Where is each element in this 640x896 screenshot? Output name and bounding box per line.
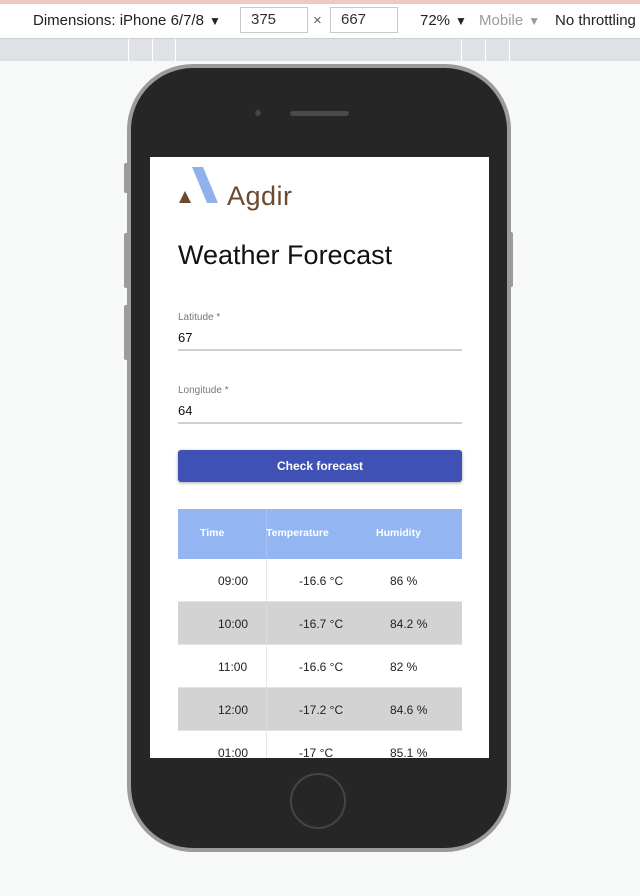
table-header: Time Temperature Humidity xyxy=(178,509,462,559)
header-time: Time xyxy=(200,527,225,539)
cell-divider xyxy=(266,559,267,601)
ruler-tick xyxy=(509,39,510,61)
device-toolbar: Dimensions: iPhone 6/7/8 ▼ 375 × 667 72% ▼… xyxy=(0,4,640,39)
cell-humidity: 86 % xyxy=(390,574,418,588)
ruler-tick xyxy=(128,39,129,61)
cell-humidity: 85.1 % xyxy=(390,746,428,758)
device-mode-caret-icon: ▼ xyxy=(528,14,541,28)
cell-time: 09:00 xyxy=(218,574,249,588)
longitude-input[interactable]: 64 xyxy=(178,403,192,418)
width-input[interactable]: 375 xyxy=(240,7,308,33)
zoom-label: 72% xyxy=(420,12,451,29)
front-camera xyxy=(255,110,261,116)
cell-divider xyxy=(266,731,267,758)
longitude-label: Longitude * xyxy=(178,385,229,396)
cell-humidity: 84.2 % xyxy=(390,617,428,631)
page-title: Weather Forecast xyxy=(178,240,393,270)
height-input[interactable]: 667 xyxy=(330,7,398,33)
latitude-underline xyxy=(178,349,462,351)
device-mode-label: Mobile xyxy=(479,12,524,29)
latitude-label: Latitude * xyxy=(178,312,221,323)
brand-name: Agdir xyxy=(227,181,293,211)
table-row: 10:00 -16.7 °C 84.2 % xyxy=(178,602,462,645)
times-icon: × xyxy=(313,12,322,29)
zoom-caret-icon: ▼ xyxy=(455,14,467,28)
latitude-input[interactable]: 67 xyxy=(178,330,192,345)
table-row: 01:00 -17 °C 85.1 % xyxy=(178,731,462,758)
agdir-logo-icon xyxy=(179,167,218,203)
cell-temperature: -16.6 °C xyxy=(299,660,344,674)
check-forecast-button[interactable]: Check forecast xyxy=(178,450,462,482)
header-temperature: Temperature xyxy=(266,527,329,539)
home-button[interactable] xyxy=(290,773,346,829)
ruler-tick xyxy=(485,39,486,61)
cell-divider xyxy=(266,688,267,730)
cell-time: 10:00 xyxy=(218,617,249,631)
table-row: 09:00 -16.6 °C 86 % xyxy=(178,559,462,602)
cell-temperature: -17.2 °C xyxy=(299,703,344,717)
cell-time: 12:00 xyxy=(218,703,249,717)
dimensions-caret-icon: ▼ xyxy=(208,14,221,28)
header-humidity: Humidity xyxy=(376,527,421,539)
earpiece-speaker xyxy=(290,111,349,116)
cell-time: 11:00 xyxy=(218,660,248,674)
cell-humidity: 84.6 % xyxy=(390,703,428,717)
cell-temperature: -16.7 °C xyxy=(299,617,344,631)
forecast-table: Time Temperature Humidity 09:00 -16.6 °C… xyxy=(178,509,462,758)
app-screen: Agdir Weather Forecast Latitude * 67 Lon… xyxy=(150,157,489,758)
cell-temperature: -17 °C xyxy=(299,746,334,758)
throttling-dropdown[interactable]: No throttling xyxy=(555,4,636,38)
zoom-dropdown[interactable]: 72% ▼ xyxy=(420,4,467,38)
ruler-tick xyxy=(175,39,176,61)
table-row: 11:00 -16.6 °C 82 % xyxy=(178,645,462,688)
device-mode-dropdown[interactable]: Mobile ▼ xyxy=(479,4,540,38)
ruler-tick xyxy=(152,39,153,61)
table-row: 12:00 -17.2 °C 84.6 % xyxy=(178,688,462,731)
cell-time: 01:00 xyxy=(218,746,249,758)
cell-humidity: 82 % xyxy=(390,660,418,674)
cell-divider xyxy=(266,602,267,644)
ruler-tick xyxy=(461,39,462,61)
media-query-ruler xyxy=(0,39,640,61)
dimensions-dropdown[interactable]: Dimensions: iPhone 6/7/8 ▼ xyxy=(33,4,221,38)
dimensions-label: Dimensions: iPhone 6/7/8 xyxy=(33,12,204,29)
longitude-underline xyxy=(178,422,462,424)
cell-temperature: -16.6 °C xyxy=(299,574,344,588)
cell-divider xyxy=(266,645,267,687)
